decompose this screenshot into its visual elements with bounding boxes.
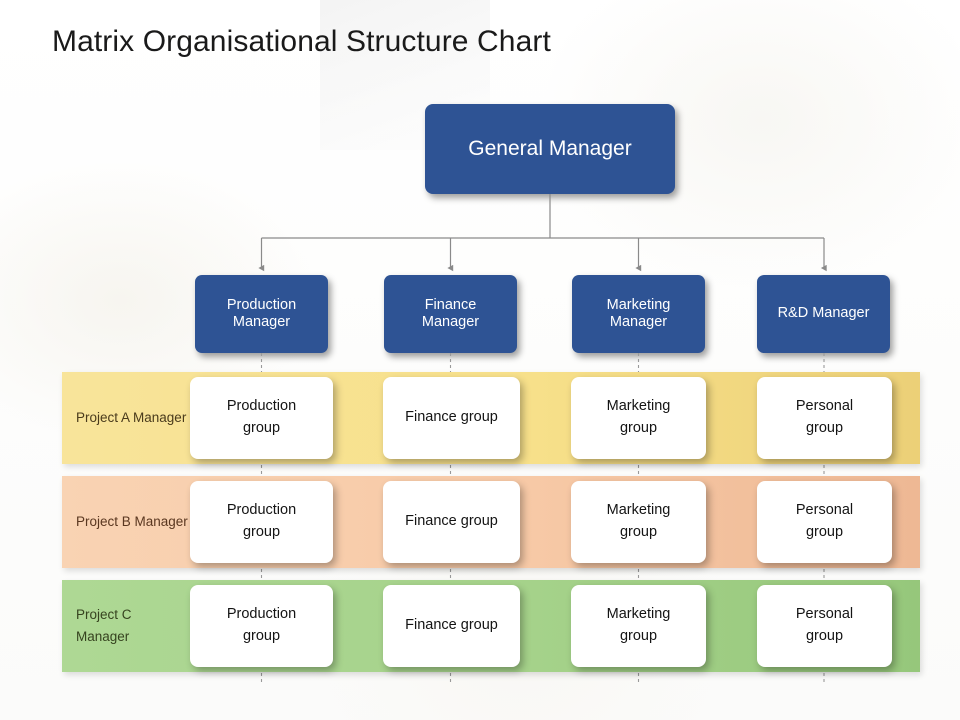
project-c-manager-label: Project C Manager [76, 607, 132, 644]
card-project-c-marketing-group[interactable]: Marketing group [571, 585, 706, 667]
project-b-manager-label: Project B Manager [76, 514, 188, 530]
org-chart-canvas: Matrix Organisational Structure Chart Ge… [0, 0, 960, 720]
card-project-c-finance-group[interactable]: Finance group [383, 585, 520, 667]
card-project-b-finance-group[interactable]: Finance group [383, 481, 520, 563]
card-project-a-marketing-group[interactable]: Marketing group [571, 377, 706, 459]
card-project-b-production-group[interactable]: Production group [190, 481, 333, 563]
card-project-b-personal-group[interactable]: Personal group [757, 481, 892, 563]
card-project-a-production-group[interactable]: Production group [190, 377, 333, 459]
project-a-manager-label: Project A Manager [76, 410, 187, 426]
card-project-c-personal-group[interactable]: Personal group [757, 585, 892, 667]
card-project-b-marketing-group[interactable]: Marketing group [571, 481, 706, 563]
card-project-a-finance-group[interactable]: Finance group [383, 377, 520, 459]
card-project-a-personal-group[interactable]: Personal group [757, 377, 892, 459]
card-project-c-production-group[interactable]: Production group [190, 585, 333, 667]
